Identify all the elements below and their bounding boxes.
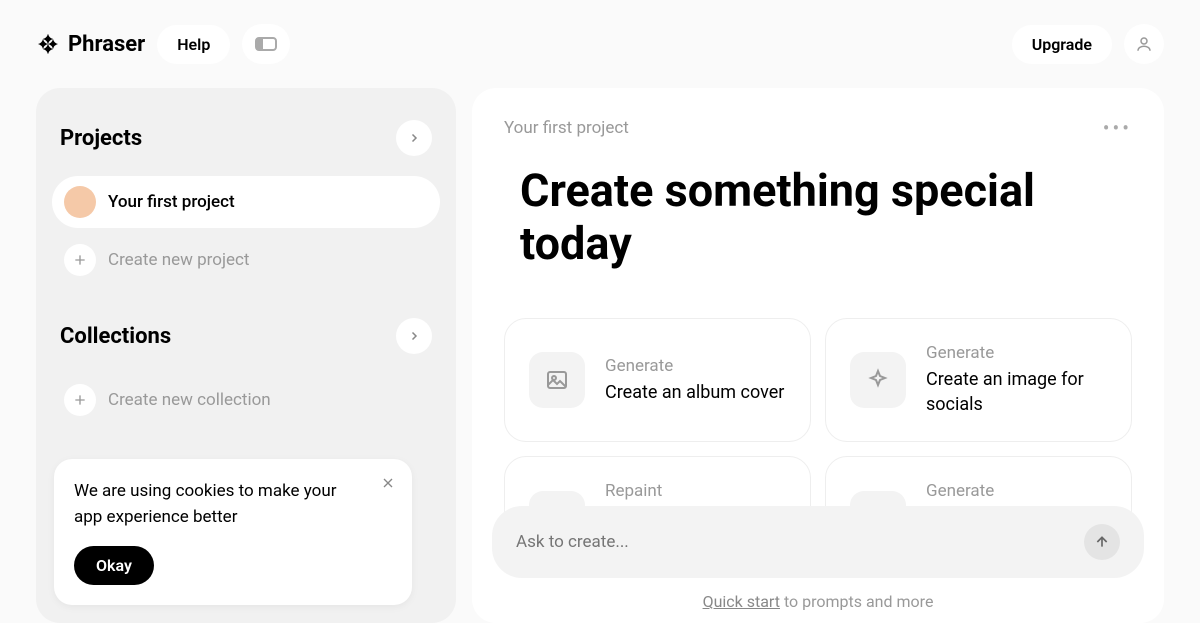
topbar: Phraser Help Upgrade xyxy=(0,0,1200,88)
card-tag: Generate xyxy=(926,343,1107,363)
card-album-cover[interactable]: Generate Create an album cover xyxy=(504,318,811,442)
logo-icon xyxy=(36,32,60,56)
quickstart-link[interactable]: Quick start xyxy=(703,592,780,611)
plus-icon xyxy=(64,244,96,276)
avatar-button[interactable] xyxy=(1124,24,1164,64)
brand-name: Phraser xyxy=(68,32,145,57)
create-collection-label: Create new collection xyxy=(108,390,271,410)
projects-header: Projects xyxy=(52,112,440,164)
more-options-button[interactable]: ••• xyxy=(1103,116,1132,140)
user-icon xyxy=(1135,35,1153,53)
create-collection-button[interactable]: Create new collection xyxy=(52,374,440,426)
prompt-input[interactable] xyxy=(516,532,1072,552)
chevron-right-icon xyxy=(408,132,420,144)
project-color-icon xyxy=(64,186,96,218)
prompt-bar xyxy=(492,506,1144,578)
create-project-label: Create new project xyxy=(108,250,250,270)
quickstart-rest: to prompts and more xyxy=(780,592,933,611)
project-item-active[interactable]: Your first project xyxy=(52,176,440,228)
card-tag: Generate xyxy=(605,356,784,376)
help-button[interactable]: Help xyxy=(157,25,230,64)
chevron-right-icon xyxy=(408,330,420,342)
toggle-icon xyxy=(255,37,277,51)
card-tag: Repaint xyxy=(605,481,786,501)
upgrade-button[interactable]: Upgrade xyxy=(1012,25,1112,64)
collections-title: Collections xyxy=(60,324,171,349)
headline: Create something special today xyxy=(504,164,1132,270)
quickstart-text: Quick start to prompts and more xyxy=(492,592,1144,611)
cookie-close-button[interactable] xyxy=(380,475,396,496)
collections-expand[interactable] xyxy=(396,318,432,354)
projects-expand[interactable] xyxy=(396,120,432,156)
content: Your first project ••• Create something … xyxy=(472,88,1164,623)
breadcrumb-project: Your first project xyxy=(504,118,629,138)
card-title: Create an image for socials xyxy=(926,367,1107,417)
card-title: Create an album cover xyxy=(605,380,784,405)
create-project-button[interactable]: Create new project xyxy=(52,234,440,286)
image-icon xyxy=(529,352,585,408)
dots-icon: ••• xyxy=(1103,116,1132,140)
collections-header: Collections xyxy=(52,310,440,362)
logo[interactable]: Phraser xyxy=(36,32,145,57)
theme-toggle[interactable] xyxy=(242,24,290,64)
cookie-banner: We are using cookies to make your app ex… xyxy=(54,459,412,605)
cookie-okay-button[interactable]: Okay xyxy=(74,546,154,585)
content-header: Your first project ••• xyxy=(504,116,1132,140)
close-icon xyxy=(380,475,396,491)
sparkle-icon xyxy=(850,352,906,408)
main-area: Projects Your first project Create new p… xyxy=(0,88,1200,623)
plus-icon xyxy=(64,384,96,416)
projects-title: Projects xyxy=(60,126,142,151)
sidebar: Projects Your first project Create new p… xyxy=(36,88,456,623)
project-name: Your first project xyxy=(108,192,235,212)
prompt-bar-area: Quick start to prompts and more xyxy=(472,506,1164,623)
prompt-send-button[interactable] xyxy=(1084,524,1120,560)
card-socials-image[interactable]: Generate Create an image for socials xyxy=(825,318,1132,442)
cookie-text: We are using cookies to make your app ex… xyxy=(74,479,392,530)
card-tag: Generate xyxy=(926,481,1107,501)
arrow-up-icon xyxy=(1094,534,1110,550)
